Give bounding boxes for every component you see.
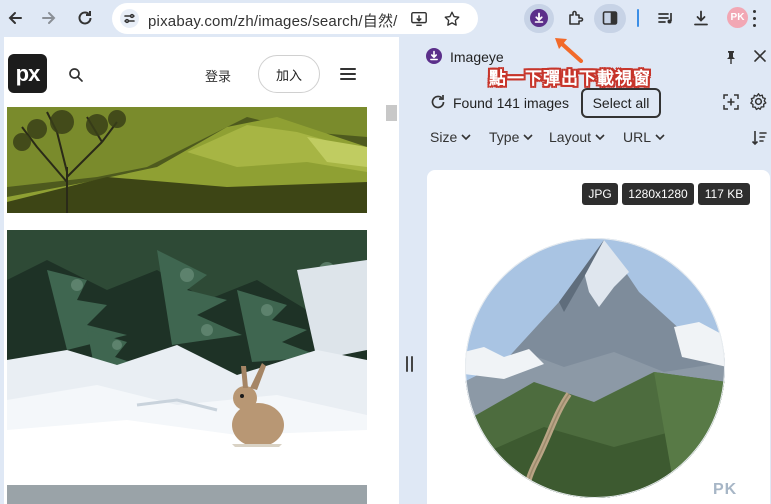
profile-avatar[interactable]: PK [727,7,748,28]
refresh-icon[interactable] [430,94,446,110]
forward-button[interactable] [37,6,61,30]
web-page: px 登录 加入 [0,37,399,504]
media-controls-button[interactable] [654,6,678,30]
filter-url-label: URL [623,129,652,145]
add-selection-icon[interactable] [722,93,740,111]
filter-url-dropdown[interactable]: URL [623,129,665,145]
puzzle-icon [569,10,584,25]
star-icon [444,11,460,26]
search-result-image-next[interactable] [7,485,367,504]
site-settings-icon[interactable] [120,9,139,28]
resize-grip-icon[interactable] [406,356,413,372]
arrow-right-icon [42,12,56,24]
found-count-text: Found 141 images [453,95,569,111]
chevron-down-icon [523,133,533,140]
chevron-down-icon [461,133,471,140]
panel-title: Imageye [450,49,504,65]
filter-layout-label: Layout [549,129,592,145]
gear-icon[interactable] [749,92,768,111]
filter-type-dropdown[interactable]: Type [489,129,533,145]
imageye-side-panel: Imageye 點一下彈出下載視窗 Found 141 images Selec… [415,37,771,504]
download-icon [694,10,708,26]
side-panel-toggle[interactable] [598,6,622,30]
side-panel-icon [602,11,618,25]
search-result-image-rabbit[interactable] [7,230,367,469]
chevron-down-icon [655,133,665,140]
imageye-download-icon [530,9,548,27]
close-icon[interactable] [754,50,766,62]
address-bar[interactable]: pixabay.com/zh/images/search/自然/ [112,3,478,34]
format-badge: JPG [582,183,618,205]
filter-bar: Size Type Layout URL [415,129,771,149]
select-all-button[interactable]: Select all [581,88,661,118]
reload-icon [78,11,92,25]
annotation-caption: 點一下彈出下載視窗 [489,69,651,88]
back-button[interactable] [3,6,27,30]
filter-size-dropdown[interactable]: Size [430,129,471,145]
filesize-badge: 117 KB [698,183,750,205]
hamburger-menu-icon[interactable] [340,68,356,80]
imageye-logo-icon [426,48,442,64]
mountain-illustration[interactable] [464,232,727,504]
image-card[interactable]: JPG 1280x1280 117 KB [427,170,770,504]
sort-icon[interactable] [751,129,767,147]
pixabay-header: px 登录 加入 [4,37,399,107]
install-icon [411,11,427,27]
downloads-button[interactable] [689,6,713,30]
reload-button[interactable] [73,6,97,30]
annotation-arrow-icon [555,38,583,63]
search-icon[interactable] [68,67,84,83]
install-app-button[interactable] [409,9,429,29]
pin-icon[interactable] [725,50,737,64]
bookmark-button[interactable] [442,9,462,29]
page-scrollbar-thumb[interactable] [386,105,397,121]
browser-menu-button[interactable] [753,10,757,27]
filter-size-label: Size [430,129,458,145]
filter-layout-dropdown[interactable]: Layout [549,129,605,145]
join-button[interactable]: 加入 [258,55,320,93]
playlist-icon [658,13,672,24]
watermark: PK [713,481,738,498]
search-result-image-hills[interactable] [7,107,367,213]
browser-toolbar: pixabay.com/zh/images/search/自然/ PK [0,0,771,37]
filter-type-label: Type [489,129,520,145]
arrow-left-icon [8,12,22,24]
url-text[interactable]: pixabay.com/zh/images/search/自然/ [148,10,398,31]
results-toolbar: Found 141 images Select all [415,87,771,121]
extensions-button[interactable] [564,6,588,30]
login-link[interactable]: 登录 [205,66,231,85]
toolbar-separator [637,9,639,27]
dimensions-badge: 1280x1280 [622,183,694,205]
pixabay-logo[interactable]: px [8,54,47,93]
chevron-down-icon [595,133,605,140]
